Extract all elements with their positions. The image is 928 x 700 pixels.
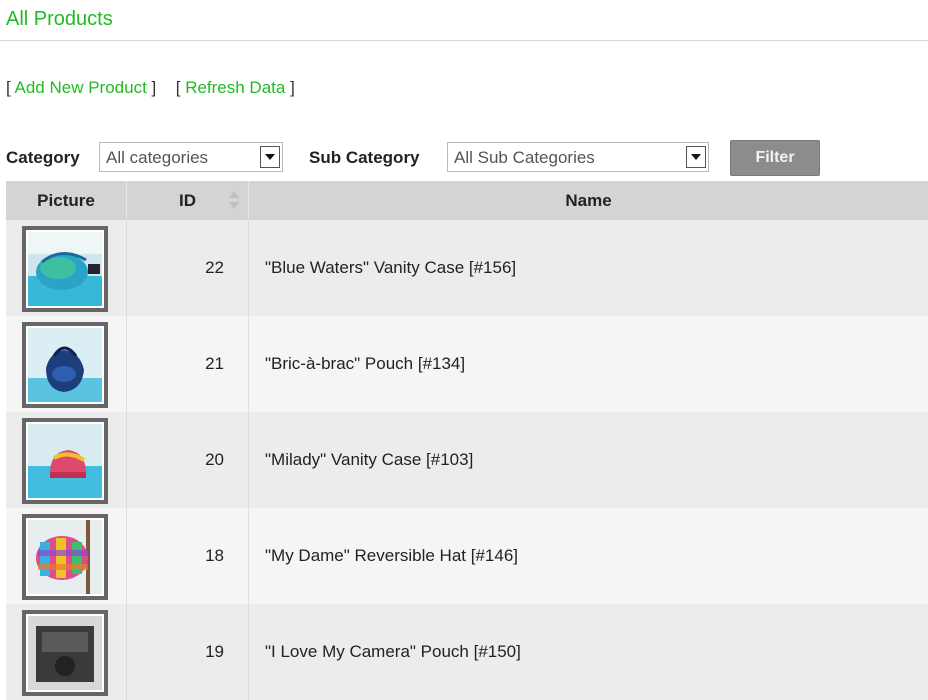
id-cell: 18 <box>127 508 249 604</box>
filter-bar: Category All categories Sub Category All… <box>0 140 928 176</box>
subcategory-select[interactable]: All Sub Categories <box>447 142 709 172</box>
picture-cell <box>6 508 127 604</box>
category-select[interactable]: All categories <box>99 142 283 172</box>
id-cell: 19 <box>127 604 249 700</box>
chevron-down-icon[interactable] <box>686 146 706 168</box>
table-header: Picture ID Name <box>6 181 928 220</box>
table-row[interactable]: 20 "Milady" Vanity Case [#103] <box>6 412 928 508</box>
table-row[interactable]: 21 "Bric-à-brac" Pouch [#134] <box>6 316 928 412</box>
chevron-down-icon[interactable] <box>260 146 280 168</box>
id-cell: 21 <box>127 316 249 412</box>
picture-cell <box>6 220 127 316</box>
products-table: Picture ID Name 22 "Blue Waters" Vanity … <box>6 181 928 700</box>
camera-pouch-photo-icon[interactable] <box>22 610 108 696</box>
table-row[interactable]: 19 "I Love My Camera" Pouch [#150] <box>6 604 928 700</box>
action-links: [ Add New Product ] [ Refresh Data ] <box>6 78 295 98</box>
picture-cell <box>6 604 127 700</box>
title-divider <box>0 40 928 41</box>
bracket-close: ] <box>285 78 295 97</box>
column-header-picture: Picture <box>6 181 127 220</box>
page-title: All Products <box>6 8 113 30</box>
name-cell: "Bric-à-brac" Pouch [#134] <box>265 354 466 373</box>
id-cell: 22 <box>127 220 249 316</box>
pink-vanity-case-photo-icon[interactable] <box>22 418 108 504</box>
filter-button[interactable]: Filter <box>730 140 820 176</box>
subcategory-select-value: All Sub Categories <box>454 148 595 167</box>
picture-cell <box>6 316 127 412</box>
name-cell: "I Love My Camera" Pouch [#150] <box>265 642 521 661</box>
add-new-product-link[interactable]: Add New Product <box>15 78 147 97</box>
table-row[interactable]: 22 "Blue Waters" Vanity Case [#156] <box>6 220 928 316</box>
picture-cell <box>6 412 127 508</box>
category-label: Category <box>6 148 80 167</box>
table-row[interactable]: 18 "My Dame" Reversible Hat [#146] <box>6 508 928 604</box>
bracket-open: [ <box>175 78 186 97</box>
subcategory-label: Sub Category <box>309 148 420 167</box>
sort-icon[interactable] <box>228 189 240 213</box>
bracket-open: [ <box>6 78 15 97</box>
name-cell: "Milady" Vanity Case [#103] <box>265 450 474 469</box>
bracket-close: ] <box>146 78 157 97</box>
blue-pouch-photo-icon[interactable] <box>22 322 108 408</box>
id-cell: 20 <box>127 412 249 508</box>
plaid-hat-photo-icon[interactable] <box>22 514 108 600</box>
name-cell: "Blue Waters" Vanity Case [#156] <box>265 258 517 277</box>
name-cell: "My Dame" Reversible Hat [#146] <box>265 546 518 565</box>
category-select-value: All categories <box>106 148 209 167</box>
column-header-name[interactable]: Name <box>249 181 928 220</box>
refresh-data-link[interactable]: Refresh Data <box>185 78 285 97</box>
blue-vanity-case-photo-icon[interactable] <box>22 226 108 312</box>
